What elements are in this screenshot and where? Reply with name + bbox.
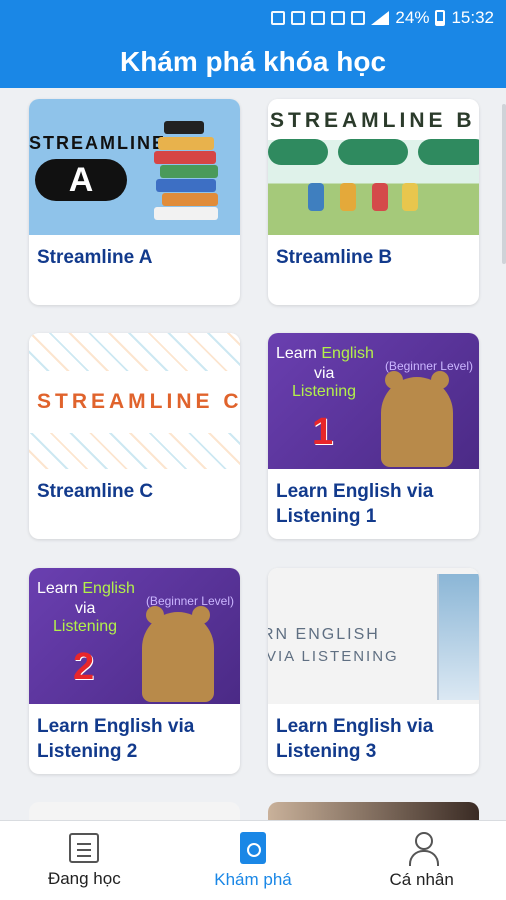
thumb-text: via — [75, 600, 96, 617]
document-icon — [69, 832, 100, 863]
course-card-streamline-a[interactable]: STREAMLINE A Streamline A — [29, 99, 240, 305]
course-title: Learn English via Listening 2 — [37, 716, 195, 762]
course-title: Learn English via Listening 1 — [276, 481, 434, 527]
course-thumbnail: Learn English via Listening (Beginner Le… — [29, 568, 240, 704]
course-thumbnail: RN ENGLISH VIA LISTENING — [268, 568, 479, 704]
course-title: Streamline B — [276, 247, 393, 268]
course-card-listening-3[interactable]: RN ENGLISH VIA LISTENING Learn English v… — [268, 568, 479, 774]
signal-icon — [371, 11, 390, 25]
notification-icon — [271, 11, 286, 25]
nav-label: Đang học — [47, 868, 121, 888]
thumb-text: Learn English — [37, 580, 135, 597]
thumb-text: Listening — [53, 618, 118, 635]
battery-icon — [435, 10, 446, 26]
course-thumbnail: STREAMLINE A — [29, 99, 240, 235]
thumb-number: 1 — [312, 411, 334, 453]
course-grid: STREAMLINE A Streamline A STREAMLINE B S… — [0, 88, 506, 820]
thumb-level: (Beginner Level) — [145, 594, 234, 608]
bear-illustration — [142, 606, 214, 702]
status-bar: 24% 15:32 — [0, 0, 506, 36]
course-card-streamline-c[interactable]: STREAMLINE C Streamline C — [29, 333, 240, 539]
battery-percent: 24% — [395, 8, 430, 27]
thumb-text: VIA LISTENING — [268, 648, 399, 665]
course-title: Learn English via Listening 3 — [276, 716, 434, 762]
course-title: Streamline A — [37, 247, 153, 268]
thumb-text: RN ENGLISH — [268, 626, 380, 643]
bear-illustration — [381, 371, 453, 467]
thumb-letter: A — [35, 159, 127, 201]
thumb-text: via — [314, 365, 335, 382]
dvd-box-illustration — [437, 574, 479, 700]
nav-kham-pha[interactable]: Khám phá — [169, 821, 338, 900]
nav-ca-nhan[interactable]: Cá nhân — [337, 821, 506, 900]
course-card-partial[interactable] — [29, 802, 240, 820]
nav-dang-hoc[interactable]: Đang học — [0, 821, 169, 900]
thumb-text: STREAMLINE — [29, 133, 166, 153]
course-card-listening-1[interactable]: Learn English via Listening (Beginner Le… — [268, 333, 479, 539]
nav-label: Cá nhân — [389, 869, 454, 889]
book-search-icon — [240, 831, 266, 864]
thumb-text: Learn English — [276, 345, 374, 362]
mute-icon — [311, 11, 326, 25]
wifi-icon — [331, 11, 346, 25]
thumb-number: 2 — [73, 646, 95, 688]
course-title: Streamline C — [37, 481, 154, 502]
recycle-icon — [291, 11, 306, 25]
clock: 15:32 — [451, 8, 494, 27]
course-thumbnail: Learn English via Listening (Beginner Le… — [268, 333, 479, 469]
books-illustration — [154, 113, 230, 223]
sim-icon — [351, 11, 366, 25]
page-title: Khám phá khóa học — [119, 46, 387, 77]
scroll-edge-indicator — [502, 104, 506, 264]
bottom-navigation: Đang học Khám phá Cá nhân — [0, 820, 506, 900]
thumb-level: (Beginner Level) — [384, 359, 473, 373]
thumb-text: STREAMLINE B — [270, 109, 476, 132]
app-bar: Khám phá khóa học — [0, 36, 506, 88]
user-icon — [407, 831, 439, 866]
course-card-listening-2[interactable]: Learn English via Listening (Beginner Le… — [29, 568, 240, 774]
thumb-text: STREAMLINE C — [37, 390, 240, 413]
thumb-text: Listening — [292, 383, 357, 400]
course-thumbnail: STREAMLINE C — [29, 333, 240, 469]
course-card-partial[interactable] — [268, 802, 479, 820]
nav-label: Khám phá — [214, 869, 292, 889]
course-card-streamline-b[interactable]: STREAMLINE B Streamline B — [268, 99, 479, 305]
course-thumbnail: STREAMLINE B — [268, 99, 479, 235]
